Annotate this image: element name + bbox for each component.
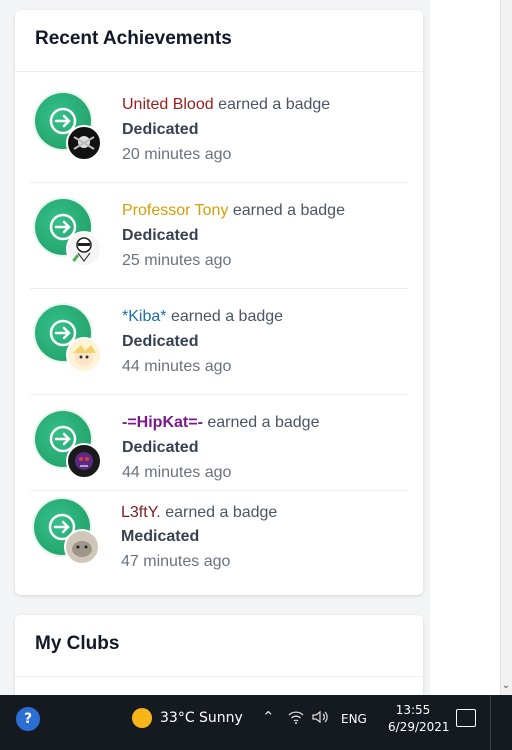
page-gutter: [430, 0, 500, 695]
achievement-item: L3ftY. earned a badge Medicated 47 minut…: [30, 493, 408, 593]
taskbar: ? 33°C Sunny ⌃ ENG 13:55 6/29/2021: [0, 695, 512, 750]
user-avatar[interactable]: [66, 337, 102, 373]
badge-name[interactable]: Dedicated: [122, 333, 198, 351]
language-indicator[interactable]: ENG: [341, 712, 367, 726]
achievement-text: -=HipKat=- earned a badge: [122, 414, 319, 432]
notification-center-icon[interactable]: [456, 709, 476, 727]
user-avatar[interactable]: [64, 529, 100, 565]
action-text: earned a badge: [165, 504, 278, 521]
badge-name[interactable]: Medicated: [121, 528, 199, 546]
clock-time: 13:55: [395, 703, 431, 717]
page-scroll-area[interactable]: Recent Achievements United Blood earned …: [0, 0, 500, 695]
weather-text[interactable]: 33°C Sunny: [160, 710, 243, 726]
scroll-down-arrow-icon[interactable]: ⌄: [500, 678, 512, 694]
action-text: earned a badge: [170, 308, 284, 325]
timestamp: 44 minutes ago: [122, 358, 232, 375]
username-link[interactable]: L3ftY.: [121, 504, 161, 521]
wifi-icon[interactable]: [288, 710, 304, 728]
badge-name[interactable]: Dedicated: [122, 121, 198, 139]
achievement-item: *Kiba* earned a badge Dedicated 44 minut…: [30, 295, 408, 395]
chevron-up-icon[interactable]: ⌃: [262, 708, 275, 726]
vertical-scrollbar[interactable]: [500, 0, 512, 695]
item-divider: [30, 394, 408, 395]
card-divider: [15, 71, 423, 72]
card-title: Recent Achievements: [35, 28, 232, 49]
timestamp: 20 minutes ago: [122, 146, 232, 163]
username-link[interactable]: -=HipKat=-: [122, 414, 203, 431]
achievement-item: -=HipKat=- earned a badge Dedicated 44 m…: [30, 401, 408, 501]
item-divider: [30, 288, 408, 289]
user-avatar[interactable]: [66, 231, 102, 267]
weather-sun-icon[interactable]: [132, 708, 152, 728]
card-divider: [15, 676, 423, 677]
username-link[interactable]: *Kiba*: [122, 308, 166, 325]
achievement-text: United Blood earned a badge: [122, 96, 330, 114]
action-text: earned a badge: [218, 96, 331, 113]
action-text: earned a badge: [232, 202, 345, 219]
show-desktop-divider[interactable]: [490, 695, 491, 750]
card-title: My Clubs: [35, 633, 120, 654]
action-text: earned a badge: [207, 414, 320, 431]
achievement-text: Professor Tony earned a badge: [122, 202, 345, 220]
timestamp: 25 minutes ago: [122, 252, 232, 269]
my-clubs-card: My Clubs: [15, 615, 423, 695]
timestamp: 44 minutes ago: [122, 464, 232, 481]
user-avatar[interactable]: [66, 125, 102, 161]
help-icon[interactable]: ?: [16, 707, 40, 731]
timestamp: 47 minutes ago: [121, 553, 231, 570]
item-divider: [30, 490, 408, 491]
achievement-text: L3ftY. earned a badge: [121, 504, 277, 522]
achievement-item: Professor Tony earned a badge Dedicated …: [30, 189, 408, 289]
item-divider: [30, 182, 408, 183]
username-link[interactable]: Professor Tony: [122, 202, 228, 219]
clock[interactable]: 13:55 6/29/2021: [388, 702, 450, 736]
user-avatar[interactable]: [66, 443, 102, 479]
speaker-icon[interactable]: [312, 710, 330, 728]
clock-date: 6/29/2021: [388, 720, 450, 734]
badge-name[interactable]: Dedicated: [122, 439, 198, 457]
username-link[interactable]: United Blood: [122, 96, 214, 113]
achievement-item: United Blood earned a badge Dedicated 20…: [30, 83, 408, 183]
badge-name[interactable]: Dedicated: [122, 227, 198, 245]
recent-achievements-card: Recent Achievements United Blood earned …: [15, 10, 423, 595]
achievement-text: *Kiba* earned a badge: [122, 308, 283, 326]
